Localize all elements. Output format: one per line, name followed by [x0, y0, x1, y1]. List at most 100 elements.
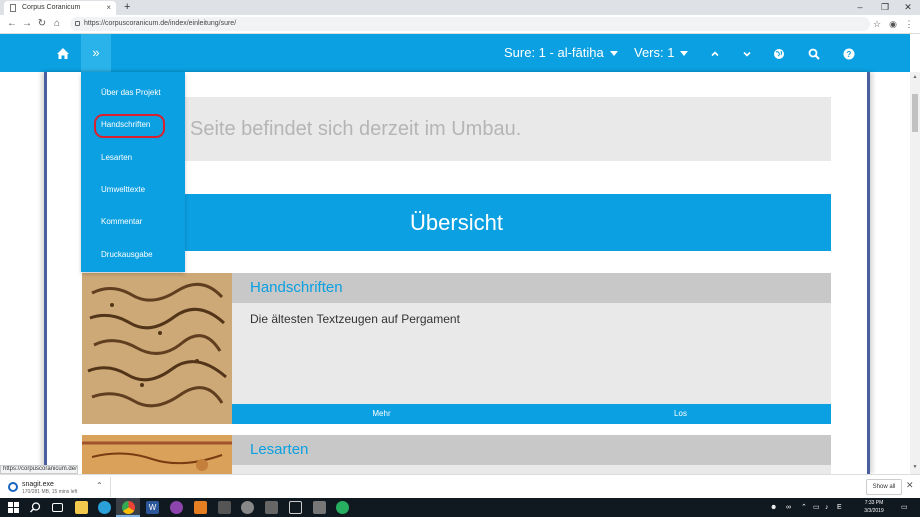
photos-icon[interactable] — [265, 501, 278, 514]
page-icon — [10, 4, 16, 12]
menu-item-umwelttexte[interactable]: Umwelttexte — [101, 185, 145, 194]
vers-selector[interactable]: Vers: 1 — [634, 34, 689, 72]
link-status-bar: https://corpuscoranicum.de/# — [0, 465, 78, 474]
photos-icon[interactable] — [313, 501, 326, 514]
show-all-button[interactable]: Show all — [866, 479, 902, 495]
search-icon[interactable] — [30, 502, 41, 513]
tab-close-icon[interactable]: × — [106, 1, 111, 15]
caret-down-icon — [680, 51, 689, 57]
page-scrollbar[interactable]: ▲ ▼ — [910, 72, 920, 474]
manuscript-image — [82, 273, 232, 424]
help-icon: ? — [843, 48, 855, 60]
system-clock[interactable]: 7:33 PM 3/3/2019 — [858, 499, 890, 515]
windows-start-icon[interactable] — [8, 502, 19, 513]
card-footer: Mehr Los — [232, 404, 831, 424]
reload-icon[interactable]: ↻ — [36, 17, 48, 31]
file-explorer-icon[interactable] — [75, 501, 88, 514]
card-title[interactable]: Handschriften — [232, 273, 831, 303]
menu-item-lesarten[interactable]: Lesarten — [101, 153, 132, 162]
language-button[interactable] — [769, 34, 789, 72]
help-button[interactable]: ? — [839, 34, 859, 72]
close-download-bar-icon[interactable]: ✕ — [906, 480, 914, 491]
volume-icon[interactable]: ♪ — [825, 501, 829, 514]
previous-verse-button[interactable] — [705, 34, 725, 72]
card-title[interactable]: Lesarten — [232, 435, 831, 465]
scroll-down-icon[interactable]: ▼ — [911, 464, 919, 470]
chevron-up-icon[interactable]: ⌃ — [96, 481, 103, 490]
card-lesarten: Lesarten — [82, 435, 831, 474]
restore-icon[interactable]: ❐ — [875, 0, 895, 14]
app-icon[interactable] — [218, 501, 231, 514]
app-icon[interactable] — [336, 501, 349, 514]
search-icon — [808, 48, 820, 60]
lock-icon — [75, 21, 80, 26]
site-navbar: » Sure: 1 - al-fātiḥa Vers: 1 ? — [0, 34, 910, 72]
sure-selector[interactable]: Sure: 1 - al-fātiḥa — [504, 34, 618, 72]
menu-item-ueber-das-projekt[interactable]: Über das Projekt — [101, 88, 161, 97]
download-status: 170/281 MB, 15 mins left — [22, 489, 78, 495]
clock-time: 7:33 PM — [864, 500, 884, 506]
next-verse-button[interactable] — [737, 34, 757, 72]
sure-label: Sure: 1 - al-fātiḥa — [504, 45, 604, 60]
forward-icon[interactable]: → — [21, 17, 33, 31]
browser-menu-icon[interactable]: ⋮ — [903, 17, 915, 31]
windows-taskbar: W ☻ ∞ ⌃ ▭ ♪ E 7:33 PM 3/3/2019 ▭ — [0, 498, 920, 517]
task-view-icon[interactable] — [52, 503, 63, 512]
app-icon[interactable] — [194, 501, 207, 514]
scroll-up-icon[interactable]: ▲ — [911, 74, 919, 80]
menu-toggle-button[interactable]: » — [81, 34, 111, 72]
tray-icon[interactable]: ∞ — [786, 501, 791, 514]
main-dropdown-menu: Über das Projekt Handschriften Lesarten … — [81, 72, 185, 272]
double-chevron-icon: » — [92, 45, 100, 60]
new-tab-button[interactable]: + — [124, 0, 130, 14]
download-divider — [110, 477, 111, 497]
address-bar[interactable]: https://corpuscoranicum.de/index/einleit… — [70, 17, 870, 31]
word-icon[interactable]: W — [146, 501, 159, 514]
browser-toolbar: ← → ↻ ⌂ https://corpuscoranicum.de/index… — [0, 15, 920, 34]
minimize-icon[interactable]: – — [850, 0, 870, 14]
menu-item-kommentar[interactable]: Kommentar — [101, 217, 142, 226]
card-handschriften: Handschriften Die ältesten Textzeugen au… — [82, 273, 831, 424]
svg-text:?: ? — [847, 50, 852, 59]
home-icon — [57, 48, 69, 59]
lesarten-image — [82, 435, 232, 474]
download-file-name[interactable]: snagit.exe — [22, 481, 54, 488]
construction-notice: Seite befindet sich derzeit im Umbau. — [82, 97, 831, 161]
scroll-thumb[interactable] — [912, 94, 918, 132]
chevron-up-icon — [711, 51, 719, 56]
profile-icon[interactable]: ◉ — [887, 17, 899, 31]
globe-icon — [774, 48, 784, 59]
browser-tabstrip: Corpus Coranicum × + – ❐ ✕ — [0, 0, 920, 15]
app-icon[interactable] — [289, 501, 302, 514]
back-icon[interactable]: ← — [6, 17, 18, 31]
mehr-link[interactable]: Mehr — [232, 404, 531, 424]
highlight-ring — [94, 114, 165, 138]
los-link[interactable]: Los — [531, 404, 830, 424]
card-description: Die ältesten Textzeugen auf Pergament — [250, 312, 460, 326]
download-bar: snagit.exe 170/281 MB, 15 mins left ⌃ Sh… — [0, 474, 920, 498]
notifications-icon[interactable]: ▭ — [901, 501, 908, 514]
chevron-down-icon — [743, 51, 751, 57]
caret-down-icon — [609, 51, 618, 57]
url-text: https://corpuscoranicum.de/index/einleit… — [84, 20, 237, 27]
vers-label: Vers: 1 — [634, 45, 675, 60]
bookmark-star-icon[interactable]: ☆ — [871, 17, 883, 31]
telegram-icon[interactable] — [98, 501, 111, 514]
app-icon[interactable] — [241, 501, 254, 514]
search-button[interactable] — [804, 34, 824, 72]
network-icon[interactable]: ▭ — [813, 501, 820, 514]
download-progress-icon — [8, 482, 18, 492]
tab-title: Corpus Coranicum — [22, 4, 81, 11]
home-browser-icon[interactable]: ⌂ — [51, 17, 63, 31]
keyboard-language[interactable]: E — [837, 501, 842, 514]
chevron-up-icon[interactable]: ⌃ — [801, 501, 807, 514]
browser-tab[interactable]: Corpus Coranicum × — [4, 1, 116, 15]
menu-item-druckausgabe[interactable]: Druckausgabe — [101, 250, 153, 259]
people-icon[interactable]: ☻ — [770, 501, 777, 514]
chrome-icon[interactable] — [122, 501, 135, 514]
window-close-icon[interactable]: ✕ — [898, 0, 918, 14]
app-icon[interactable] — [170, 501, 183, 514]
clock-date: 3/3/2019 — [864, 508, 884, 514]
home-button[interactable] — [45, 34, 81, 72]
overview-heading: Übersicht — [82, 194, 831, 251]
